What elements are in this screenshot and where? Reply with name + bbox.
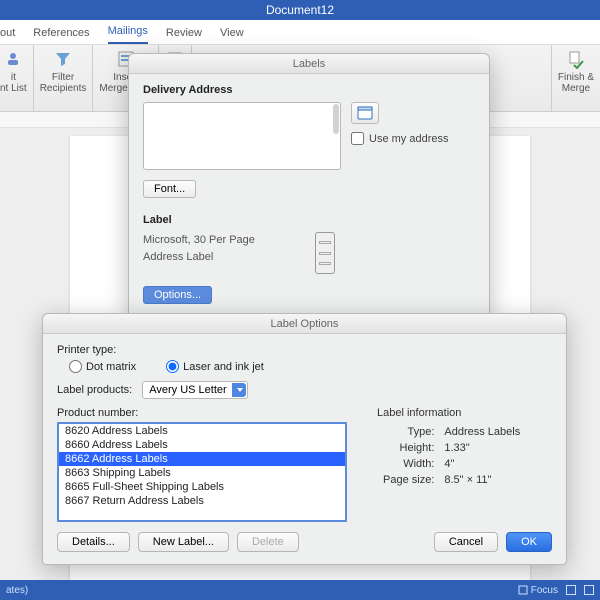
view-print-layout-button[interactable] xyxy=(566,585,576,595)
label: Laser and ink jet xyxy=(183,361,264,373)
label-line: Address Label xyxy=(143,249,255,266)
details-button[interactable]: Details... xyxy=(57,532,130,552)
tab-review[interactable]: Review xyxy=(166,22,202,44)
label-products-input[interactable]: Avery US Letter xyxy=(142,381,248,399)
delete-button: Delete xyxy=(237,532,299,552)
filter-recipients-button[interactable]: Filter Recipients xyxy=(40,49,87,94)
tab-layout[interactable]: out xyxy=(0,22,15,44)
product-number-label: Product number: xyxy=(57,407,347,419)
window-title: Document12 xyxy=(266,3,334,17)
address-book-button[interactable] xyxy=(351,102,379,124)
list-item[interactable]: 8665 Full-Sheet Shipping Labels xyxy=(59,480,345,494)
label-information-header: Label information xyxy=(377,407,526,419)
cancel-button[interactable]: Cancel xyxy=(434,532,498,552)
label: Use my address xyxy=(369,133,448,145)
label-options-dialog: Label Options Printer type: Dot matrix L… xyxy=(42,313,567,565)
edit-recipient-list-button[interactable]: it nt List xyxy=(0,49,27,94)
delivery-address-input[interactable] xyxy=(143,102,341,170)
tab-mailings[interactable]: Mailings xyxy=(108,20,148,44)
label-preview-icon xyxy=(315,232,335,274)
status-left: ates) xyxy=(6,585,28,596)
list-item[interactable]: 8663 Shipping Labels xyxy=(59,466,345,480)
tab-references[interactable]: References xyxy=(33,22,89,44)
use-my-address-input[interactable] xyxy=(351,132,364,145)
label: it xyxy=(11,72,16,83)
status-bar: ates) Focus xyxy=(0,580,600,600)
delivery-address-label: Delivery Address xyxy=(143,84,475,96)
finish-merge-button[interactable]: Finish & Merge xyxy=(558,49,594,94)
labels-dialog: Labels Delivery Address Use my address F… xyxy=(128,53,490,319)
page-icon xyxy=(584,585,594,595)
label-line: Microsoft, 30 Per Page xyxy=(143,232,255,249)
scrollbar-thumb[interactable] xyxy=(333,104,339,134)
printer-type-label: Printer type: xyxy=(57,344,116,356)
current-label-info: Microsoft, 30 Per Page Address Label xyxy=(143,232,255,266)
dot-matrix-input[interactable] xyxy=(69,360,82,373)
finish-merge-icon xyxy=(566,49,586,69)
label-products-select[interactable]: Avery US Letter xyxy=(142,381,248,399)
laser-inkjet-input[interactable] xyxy=(166,360,179,373)
list-item[interactable]: 8660 Address Labels xyxy=(59,438,345,452)
label: nt List xyxy=(0,83,27,94)
label: Recipients xyxy=(40,83,87,94)
focus-icon xyxy=(518,585,528,595)
view-web-layout-button[interactable] xyxy=(584,585,594,595)
new-label-button[interactable]: New Label... xyxy=(138,532,229,552)
list-item[interactable]: 8620 Address Labels xyxy=(59,424,345,438)
use-my-address-checkbox[interactable]: Use my address xyxy=(351,132,475,145)
label: Merge xyxy=(562,83,590,94)
dialog-title: Labels xyxy=(129,54,489,74)
label-section-header: Label xyxy=(143,214,475,226)
focus-mode-button[interactable]: Focus xyxy=(518,585,558,596)
filter-icon xyxy=(53,49,73,69)
recipient-list-icon xyxy=(3,49,23,69)
product-number-listbox[interactable]: 8620 Address Labels8660 Address Labels86… xyxy=(57,422,347,522)
tab-view[interactable]: View xyxy=(220,22,244,44)
label-products-label: Label products: xyxy=(57,384,132,396)
label: Filter xyxy=(52,72,74,83)
label-options-button[interactable]: Options... xyxy=(143,286,212,304)
list-item[interactable]: 8662 Address Labels xyxy=(59,452,345,466)
address-book-icon xyxy=(357,106,373,120)
laser-inkjet-radio[interactable]: Laser and ink jet xyxy=(166,360,264,373)
label-information-table: Type:Address Labels Height:1.33" Width:4… xyxy=(377,423,526,489)
window-titlebar: Document12 xyxy=(0,0,600,20)
ribbon-tabs: out References Mailings Review View xyxy=(0,20,600,45)
page-icon xyxy=(566,585,576,595)
dialog-title: Label Options xyxy=(43,314,566,334)
ok-button[interactable]: OK xyxy=(506,532,552,552)
font-button[interactable]: Font... xyxy=(143,180,196,198)
dot-matrix-radio[interactable]: Dot matrix xyxy=(69,360,136,373)
label: Focus xyxy=(531,585,558,596)
label: Finish & xyxy=(558,72,594,83)
label: Dot matrix xyxy=(86,361,136,373)
list-item[interactable]: 8667 Return Address Labels xyxy=(59,494,345,508)
